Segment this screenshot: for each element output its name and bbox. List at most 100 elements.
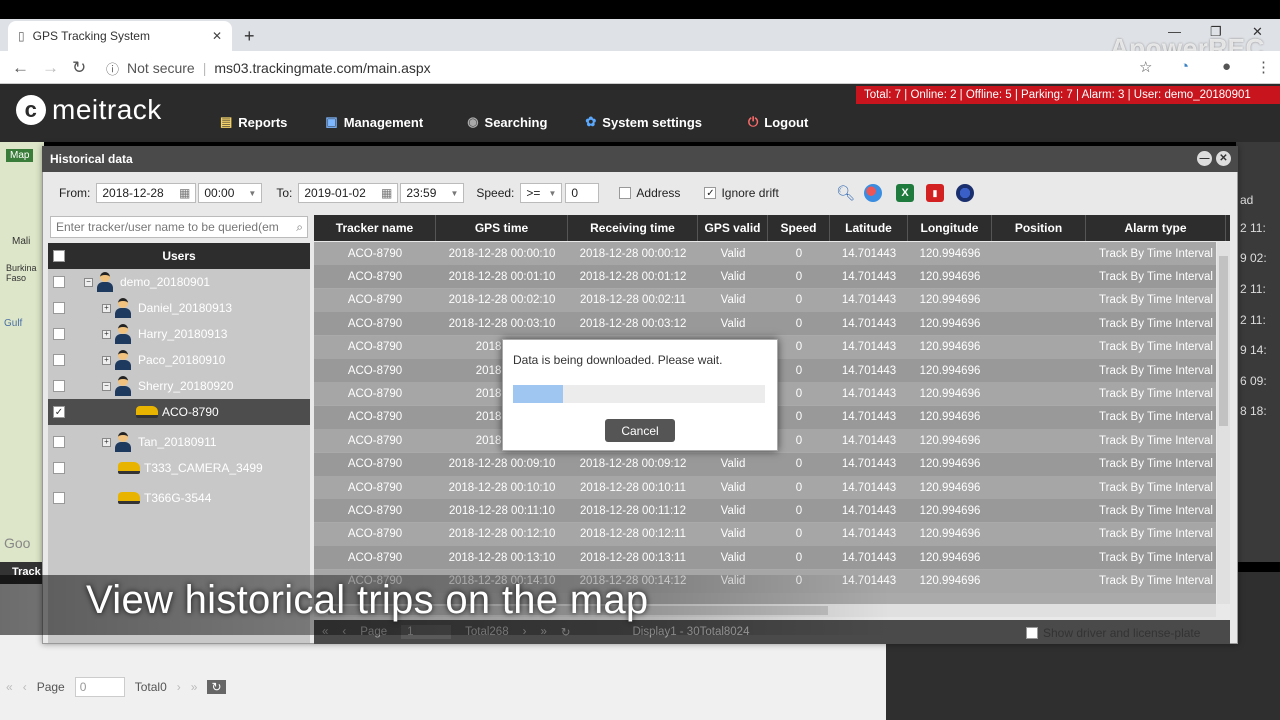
table-row[interactable]: ACO-8790 2018-12-28 00:13:10 2018-12-28 00… [314, 546, 1216, 570]
table-row[interactable]: ACO-8790 2018-12-28 00:09:10 2018-12-28 00… [314, 452, 1216, 476]
speed-operator-select[interactable]: >= ▼ [520, 183, 563, 203]
to-time-select[interactable]: 23:59 ▼ [400, 183, 465, 203]
table-row[interactable]: ACO-8790 2018-12-28 00:01:10 2018-12-28 00… [314, 265, 1216, 289]
show-driver-checkbox[interactable] [1026, 627, 1038, 639]
tracker-search-input[interactable]: Enter tracker/user name to be queried(em… [50, 216, 308, 238]
tree-node[interactable]: T333_CAMERA_3499 [48, 455, 310, 481]
user-icon [96, 272, 114, 292]
from-time-select[interactable]: 00:00 ▼ [198, 183, 263, 203]
from-date-field[interactable]: 2018-12-28 ▦ [96, 183, 197, 203]
to-date-field[interactable]: 2019-01-02 ▦ [298, 183, 399, 203]
column-header[interactable]: Speed [768, 215, 830, 241]
address-checkbox[interactable] [619, 187, 632, 199]
node-checkbox[interactable] [53, 380, 65, 392]
page-input[interactable]: 0 [74, 677, 125, 697]
table-row[interactable]: ACO-8790 2018-12-28 00:02:10 2018-12-28 00… [314, 288, 1216, 312]
menu-management[interactable]: ▣ Management [325, 114, 423, 130]
node-checkbox[interactable] [53, 302, 65, 314]
node-checkbox[interactable] [53, 354, 65, 366]
column-header[interactable]: Alarm type [1086, 215, 1226, 241]
menu-reports[interactable]: ▤ Reports [220, 114, 287, 130]
tree-node[interactable]: + Harry_20180913 [48, 321, 310, 347]
map-tab[interactable]: Map [6, 149, 34, 162]
account-icon[interactable]: ● [1222, 58, 1231, 75]
show-driver-option[interactable]: Show driver and license-plate [1026, 626, 1200, 640]
column-header[interactable]: Longitude [908, 215, 992, 241]
node-checkbox[interactable] [53, 492, 65, 504]
expand-icon[interactable]: + [102, 437, 111, 447]
browser-tab[interactable]: ▯ GPS Tracking System ✕ [8, 21, 232, 51]
node-checkbox[interactable] [53, 436, 65, 448]
table-row[interactable]: ACO-8790 2018-12-28 00:11:10 2018-12-28 00… [314, 499, 1216, 523]
speed-input[interactable]: 0 [565, 183, 600, 203]
tree-node[interactable]: + Tan_20180911 [48, 429, 310, 455]
node-checkbox[interactable]: ✓ [53, 406, 65, 418]
window-title: Historical data [42, 146, 1238, 172]
vertical-scrollbar[interactable] [1217, 242, 1230, 604]
ignore-drift-checkbox[interactable]: ✓ [704, 187, 717, 199]
tree-node[interactable]: − Sherry_20180920 [48, 373, 310, 399]
table-cell: Valid [720, 528, 746, 541]
first-page-icon[interactable]: « [6, 680, 13, 694]
column-header[interactable]: Position [992, 215, 1086, 241]
column-header[interactable]: Receiving time [568, 215, 698, 241]
reload-icon[interactable]: ↻ [72, 58, 86, 78]
bookmark-star-icon[interactable]: ☆ [1139, 58, 1152, 76]
address-option[interactable]: Address [619, 186, 680, 200]
collapse-icon[interactable]: − [84, 277, 93, 287]
table-row[interactable]: ACO-8790 2018-12-28 00:00:10 2018-12-28 00… [314, 242, 1216, 265]
restore-icon[interactable]: ❐ [1210, 24, 1222, 40]
excel-export-icon[interactable]: X [896, 184, 914, 202]
window-close-icon[interactable]: ✕ [1216, 151, 1231, 166]
close-window-icon[interactable]: ✕ [1252, 24, 1263, 40]
google-earth-icon[interactable] [956, 184, 974, 202]
menu-system-settings[interactable]: ✿ System settings [585, 114, 702, 130]
close-tab-icon[interactable]: ✕ [212, 29, 222, 43]
table-row[interactable]: ACO-8790 2018-12-28 00:10:10 2018-12-28 00… [314, 476, 1216, 499]
calendar-icon[interactable]: ▦ [381, 186, 392, 200]
column-header[interactable]: Latitude [830, 215, 908, 241]
calendar-icon[interactable]: ▦ [179, 186, 190, 200]
tree-node[interactable]: ✓ ACO-8790 [48, 399, 310, 425]
tree-node[interactable]: + Daniel_20180913 [48, 295, 310, 321]
new-tab-icon[interactable]: + [244, 26, 255, 47]
scroll-thumb[interactable] [1219, 256, 1228, 426]
ignore-drift-option[interactable]: ✓ Ignore drift [704, 186, 779, 200]
menu-searching[interactable]: ◉ Searching [467, 114, 547, 130]
expand-icon[interactable]: + [102, 329, 111, 339]
tree-node[interactable]: + Paco_20180910 [48, 347, 310, 373]
prev-page-icon[interactable]: ‹ [23, 680, 27, 694]
query-search-icon[interactable]: 🔍︎ [836, 184, 855, 202]
table-row[interactable]: ACO-8790 2018-12-28 00:12:10 2018-12-28 00… [314, 522, 1216, 546]
window-minimize-icon[interactable]: — [1197, 151, 1212, 166]
column-header[interactable]: GPS time [436, 215, 568, 241]
collapse-icon[interactable]: − [102, 381, 111, 391]
minimize-icon[interactable]: — [1168, 24, 1181, 39]
tree-node[interactable]: − demo_20180901 [48, 269, 310, 295]
table-cell: 0 [795, 294, 803, 307]
table-cell [992, 359, 1086, 382]
refresh-icon[interactable]: ↻ [207, 680, 226, 694]
expand-icon[interactable]: + [102, 355, 111, 365]
menu-logout[interactable]: ⏻ Logout [748, 114, 808, 130]
search-icon[interactable]: ⌕ [296, 220, 303, 235]
tree-node[interactable]: T366G-3544 [48, 485, 310, 511]
node-checkbox[interactable] [53, 276, 65, 288]
node-checkbox[interactable] [53, 462, 65, 474]
expand-icon[interactable]: + [102, 303, 111, 313]
column-header[interactable]: GPS valid [698, 215, 768, 241]
browser-menu-icon[interactable]: ⋮ [1256, 58, 1271, 76]
table-row[interactable]: ACO-8790 2018-12-28 00:03:10 2018-12-28 00… [314, 312, 1216, 336]
last-page-icon[interactable]: » [191, 680, 198, 694]
node-checkbox[interactable] [53, 328, 65, 340]
extension-icon[interactable]: ◔ [1180, 58, 1189, 75]
cancel-button[interactable]: Cancel [605, 419, 675, 442]
pdf-export-icon[interactable]: ▮ [926, 184, 944, 202]
select-all-checkbox[interactable] [53, 250, 65, 262]
next-page-icon[interactable]: › [177, 680, 181, 694]
back-icon[interactable]: ← [12, 58, 29, 78]
url-field[interactable]: ⓘ Not secure | ms03.trackingmate.com/mai… [106, 56, 431, 80]
map-playback-icon[interactable] [864, 184, 882, 202]
forward-icon[interactable]: → [42, 58, 59, 78]
column-header[interactable]: Tracker name [314, 215, 436, 241]
